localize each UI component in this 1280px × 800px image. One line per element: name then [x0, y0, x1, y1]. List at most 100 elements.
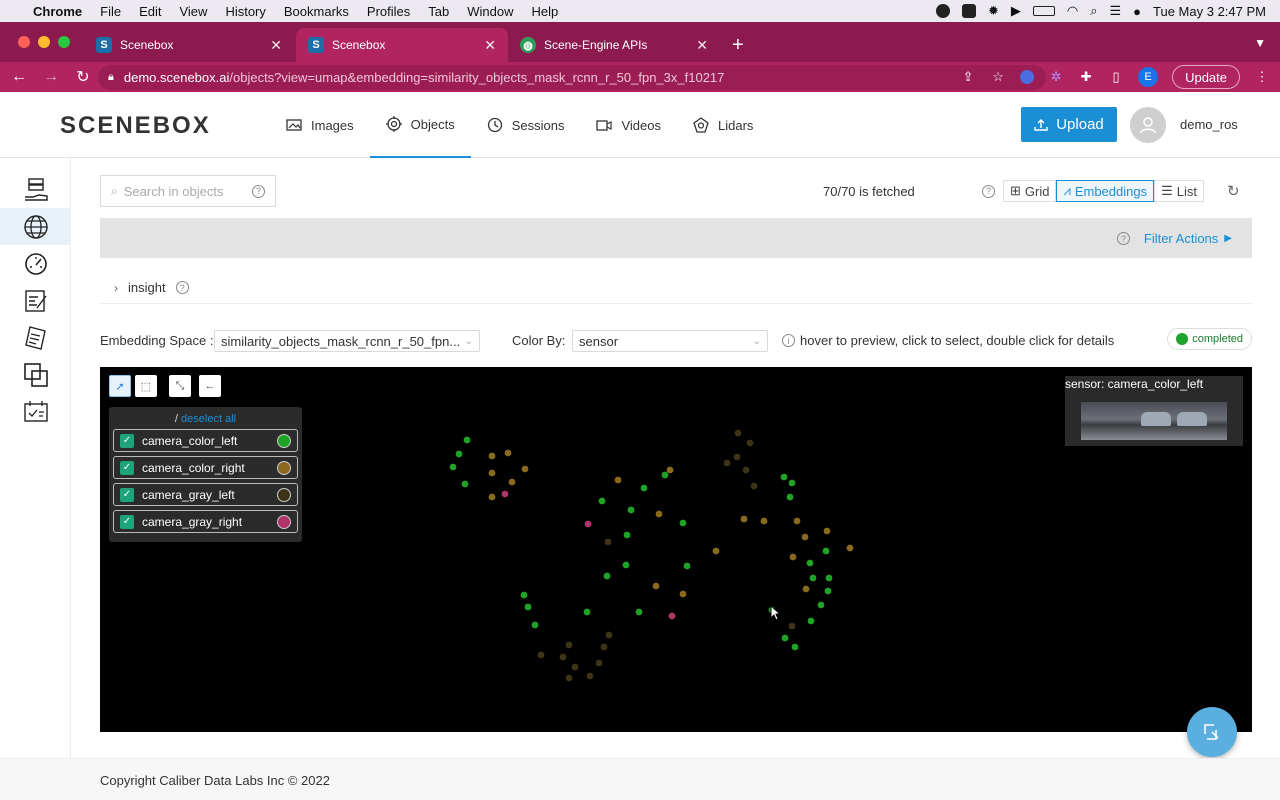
- minimize-window-button[interactable]: [38, 36, 50, 48]
- scatter-point[interactable]: [640, 484, 648, 492]
- checkbox-checked-icon[interactable]: ✓: [120, 460, 134, 475]
- menubar-item[interactable]: Window: [458, 4, 522, 19]
- insight-help-icon[interactable]: ?: [175, 281, 189, 294]
- nav-lidars[interactable]: Lidars: [677, 92, 769, 158]
- scatter-point[interactable]: [789, 553, 797, 561]
- legend-item-camera-color-right[interactable]: ✓ camera_color_right: [113, 456, 298, 479]
- scatter-point[interactable]: [586, 672, 594, 680]
- tab-close-icon[interactable]: ✕: [484, 37, 496, 54]
- view-embeddings-button[interactable]: ⩘ Embeddings: [1056, 180, 1155, 202]
- scatter-point[interactable]: [603, 572, 611, 580]
- refresh-icon[interactable]: ↻: [1227, 182, 1240, 200]
- scatter-point[interactable]: [584, 520, 592, 528]
- battery-icon[interactable]: [1032, 6, 1055, 16]
- legend-item-camera-gray-right[interactable]: ✓ camera_gray_right: [113, 510, 298, 533]
- sidebar-item-sets[interactable]: [0, 356, 71, 393]
- scatter-point[interactable]: [455, 450, 463, 458]
- close-window-button[interactable]: [18, 36, 30, 48]
- menubar-item[interactable]: File: [91, 4, 130, 19]
- scatter-point[interactable]: [793, 517, 801, 525]
- spotlight-icon[interactable]: ⌕: [1090, 3, 1097, 19]
- menubar-app[interactable]: Chrome: [24, 4, 91, 19]
- scatter-point[interactable]: [627, 506, 635, 514]
- record-icon[interactable]: [935, 4, 950, 18]
- sidebar-item-dashboard[interactable]: [0, 245, 71, 282]
- menubar-item[interactable]: Profiles: [358, 4, 419, 19]
- scatter-point[interactable]: [605, 631, 613, 639]
- deselect-all-link[interactable]: deselect all: [181, 413, 236, 425]
- scatter-point[interactable]: [781, 634, 789, 642]
- embedding-space-select[interactable]: similarity_objects_mask_rcnn_r_50_fpn...…: [214, 330, 480, 352]
- checkbox-checked-icon[interactable]: ✓: [120, 487, 134, 502]
- menubar-item[interactable]: Help: [523, 4, 568, 19]
- legend-item-camera-color-left[interactable]: ✓ camera_color_left: [113, 429, 298, 452]
- scatter-point[interactable]: [463, 436, 471, 444]
- scatter-point[interactable]: [791, 643, 799, 651]
- scatter-point[interactable]: [742, 466, 750, 474]
- scatter-point[interactable]: [488, 493, 496, 501]
- scatter-point[interactable]: [635, 608, 643, 616]
- scatter-point[interactable]: [734, 429, 742, 437]
- sidebar-item-datasets[interactable]: [0, 171, 71, 208]
- back-tool-icon[interactable]: ←: [199, 375, 221, 397]
- scatter-point[interactable]: [537, 651, 545, 659]
- menubar-item[interactable]: History: [216, 4, 274, 19]
- browser-tab-1[interactable]: S Scenebox ✕: [84, 28, 294, 62]
- scatter-point[interactable]: [802, 585, 810, 593]
- sidebar-panel-icon[interactable]: ▯: [1108, 69, 1124, 85]
- scatter-point[interactable]: [504, 449, 512, 457]
- embedding-plot[interactable]: ➚ ⬚ ⤡ ← / deselect all ✓ camera_color_le…: [100, 367, 1252, 732]
- scatter-point[interactable]: [746, 439, 754, 447]
- scatter-point[interactable]: [846, 544, 854, 552]
- scatter-point[interactable]: [824, 587, 832, 595]
- legend-item-camera-gray-left[interactable]: ✓ camera_gray_left: [113, 483, 298, 506]
- scatter-point[interactable]: [520, 591, 528, 599]
- sidebar-item-annotations[interactable]: [0, 282, 71, 319]
- scatter-point[interactable]: [604, 538, 612, 546]
- scatter-point[interactable]: [733, 453, 741, 461]
- menubar-item[interactable]: Tab: [419, 4, 458, 19]
- scatter-point[interactable]: [565, 674, 573, 682]
- scatter-point[interactable]: [521, 465, 529, 473]
- checkbox-checked-icon[interactable]: ✓: [120, 433, 134, 448]
- checkbox-checked-icon[interactable]: ✓: [120, 514, 134, 529]
- scatter-point[interactable]: [760, 517, 768, 525]
- view-list-button[interactable]: ☰ List: [1154, 180, 1204, 202]
- lock-icon[interactable]: 🔒︎: [108, 71, 114, 84]
- share-icon[interactable]: ⇪: [960, 69, 976, 85]
- scatter-point[interactable]: [740, 515, 748, 523]
- extensions-puzzle-icon[interactable]: ✚: [1078, 69, 1094, 85]
- forward-icon[interactable]: →: [38, 68, 64, 86]
- scatter-point[interactable]: [652, 582, 660, 590]
- menubar-item[interactable]: View: [170, 4, 216, 19]
- nav-sessions[interactable]: Sessions: [471, 92, 581, 158]
- extension-a-icon[interactable]: [1020, 70, 1035, 84]
- browser-tab-2[interactable]: S Scenebox ✕: [296, 28, 508, 62]
- scatter-point[interactable]: [488, 469, 496, 477]
- chrome-menu-icon[interactable]: ⋮: [1254, 69, 1270, 85]
- view-grid-button[interactable]: ⊞ Grid: [1003, 180, 1057, 202]
- browser-tab-3[interactable]: ◍ Scene-Engine APIs ✕: [508, 28, 720, 62]
- pointer-tool-icon[interactable]: ➚: [109, 375, 131, 397]
- scatter-point[interactable]: [559, 653, 567, 661]
- feedback-fab-button[interactable]: [1187, 707, 1237, 757]
- chrome-update-button[interactable]: Update: [1172, 65, 1240, 89]
- scatter-point[interactable]: [683, 562, 691, 570]
- scatter-point[interactable]: [788, 622, 796, 630]
- chevron-right-icon[interactable]: ›: [114, 281, 118, 295]
- scatter-point[interactable]: [461, 480, 469, 488]
- scatter-point[interactable]: [595, 659, 603, 667]
- sidebar-item-explore[interactable]: [0, 208, 71, 245]
- scatter-point[interactable]: [780, 473, 788, 481]
- scatter-point[interactable]: [531, 621, 539, 629]
- nav-objects[interactable]: Objects: [369, 92, 471, 158]
- facetime-icon[interactable]: [961, 4, 976, 18]
- scatter-point[interactable]: [622, 561, 630, 569]
- scatter-point[interactable]: [488, 452, 496, 460]
- fit-view-tool-icon[interactable]: ⤡: [169, 375, 191, 397]
- scatter-point[interactable]: [571, 663, 579, 671]
- scatter-point[interactable]: [809, 574, 817, 582]
- scatter-point[interactable]: [598, 497, 606, 505]
- tab-search-chevron-icon[interactable]: ▼: [1254, 36, 1266, 50]
- scatter-point[interactable]: [822, 547, 830, 555]
